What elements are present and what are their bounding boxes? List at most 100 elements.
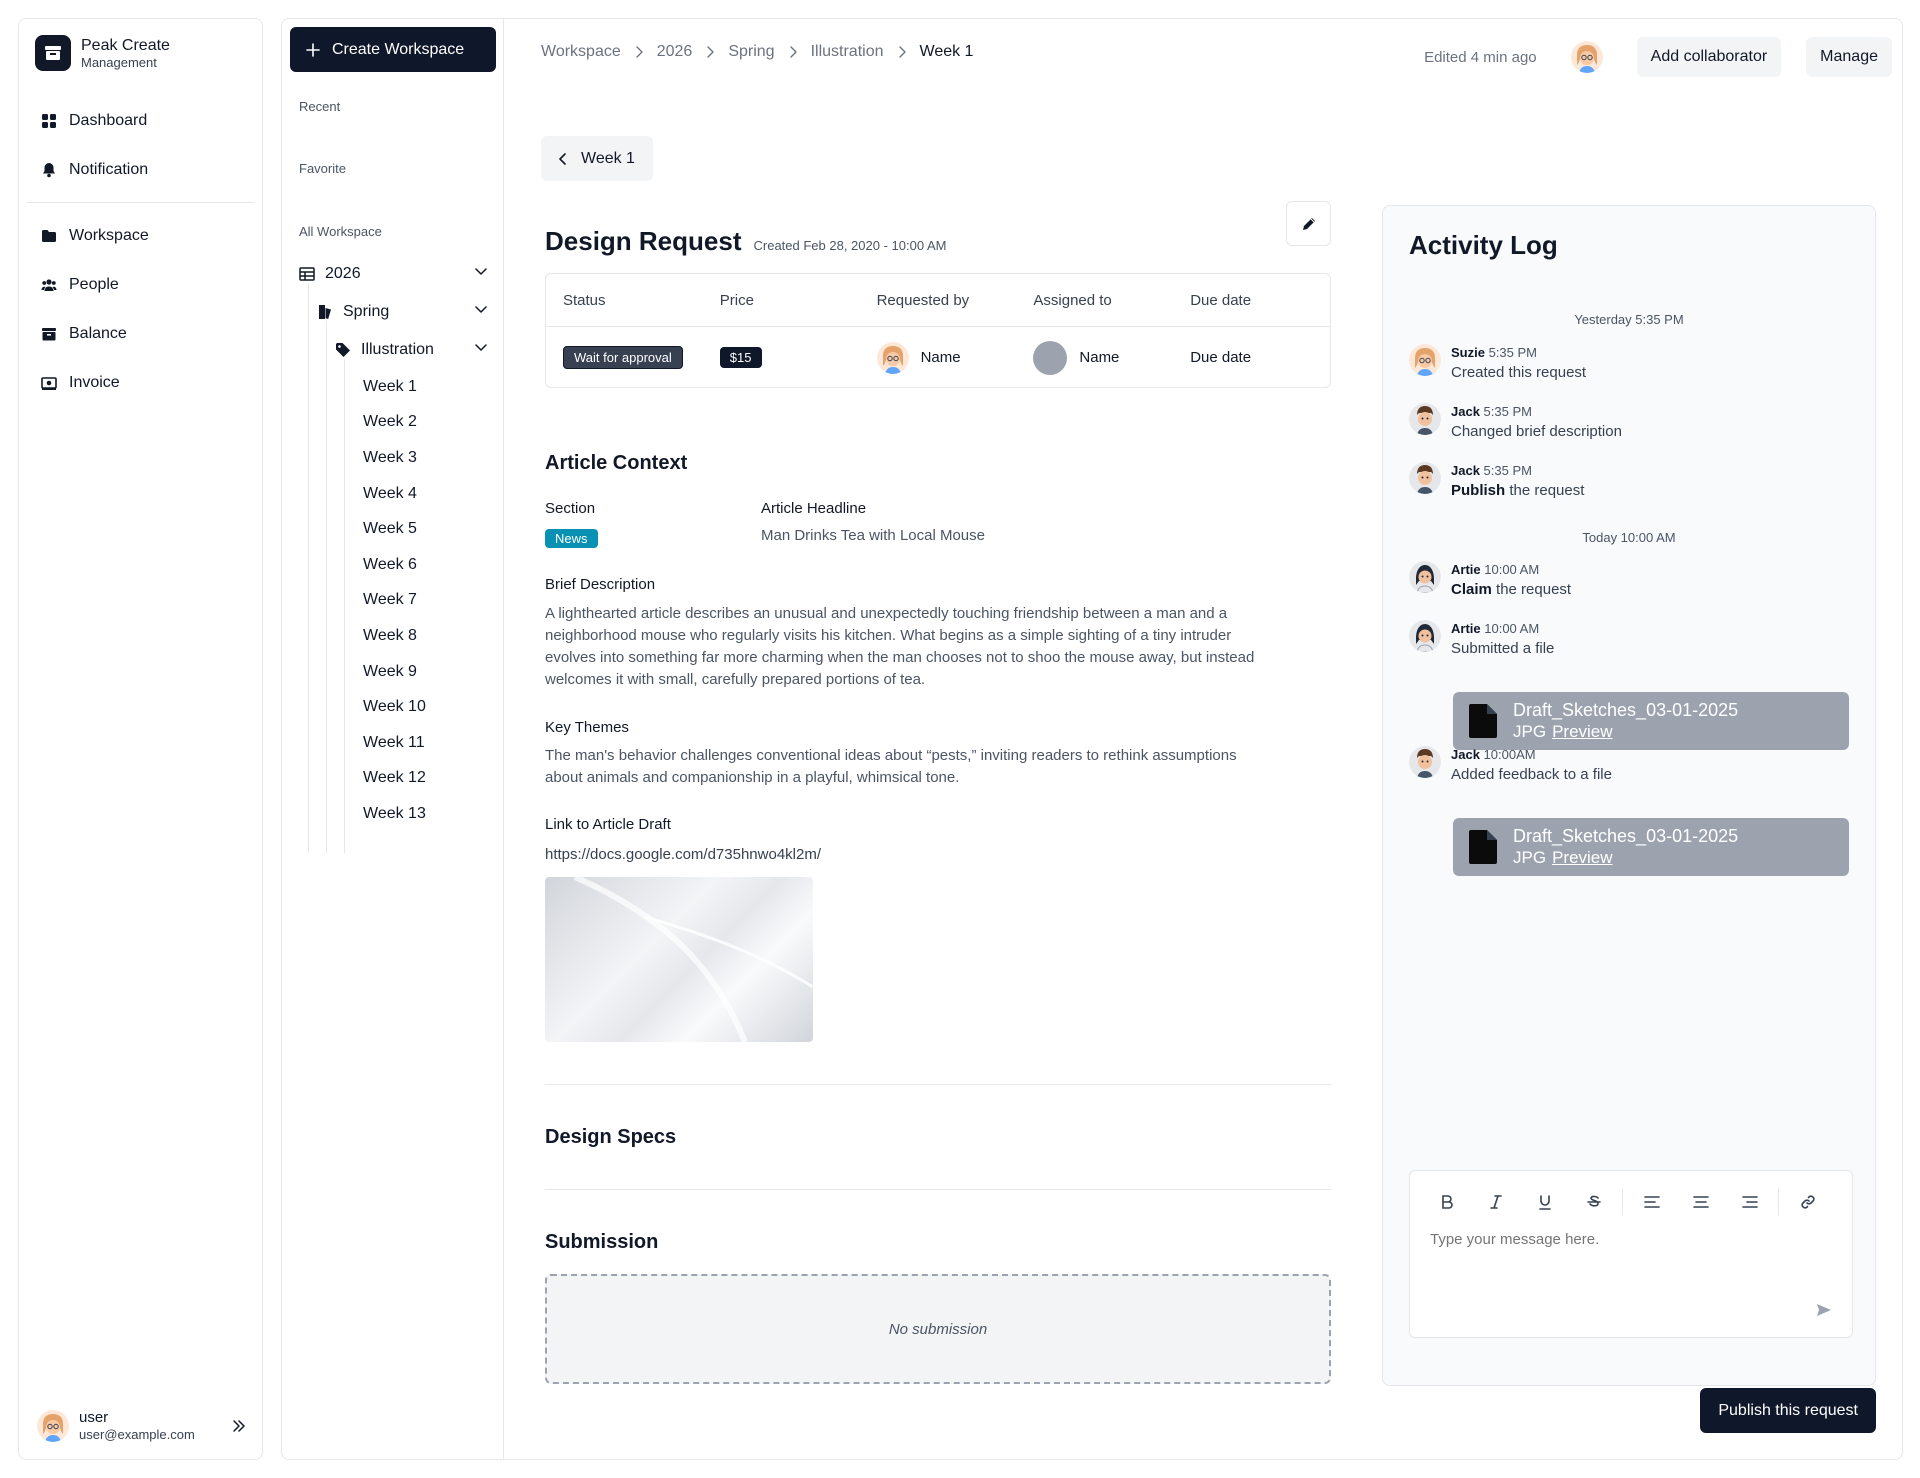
tree-item-week[interactable]: Week 9 — [344, 654, 503, 690]
favorite-heading[interactable]: Favorite — [299, 161, 346, 176]
user-profile[interactable]: user user@example.com — [37, 1409, 246, 1443]
activity-action: Publish — [1451, 482, 1506, 499]
breadcrumb-current[interactable]: Week 1 — [920, 43, 974, 61]
tree-item-illustration-label: Illustration — [361, 341, 434, 358]
jack-avatar-icon — [1409, 403, 1441, 435]
format-toolbar — [1410, 1171, 1852, 1233]
breadcrumb-season[interactable]: Spring — [728, 43, 774, 61]
tree-item-week[interactable]: Week 5 — [344, 511, 503, 547]
add-collaborator-button[interactable]: Add collaborator — [1636, 37, 1782, 77]
thumbnail-image — [573, 877, 813, 1042]
column-header: Requested by — [876, 291, 970, 309]
chevron-down-icon[interactable] — [475, 306, 487, 314]
align-left-button[interactable] — [1627, 1182, 1676, 1222]
all-workspace-heading: All Workspace — [299, 224, 382, 239]
expand-sidebar-button[interactable] — [232, 1419, 246, 1433]
column-header: Status — [563, 291, 606, 309]
meta-table-header: Status Price Requested by Assigned to Du… — [546, 274, 1330, 327]
message-input[interactable] — [1430, 1231, 1810, 1248]
message-composer — [1409, 1170, 1853, 1338]
create-workspace-button[interactable]: Create Workspace — [290, 27, 496, 72]
tree-item-week[interactable]: Week 8 — [344, 618, 503, 654]
edit-button[interactable] — [1286, 201, 1331, 246]
jack-avatar-icon — [1409, 462, 1441, 494]
themes-line: The man's behavior challenges convention… — [545, 747, 1237, 764]
divider — [545, 1189, 1331, 1190]
nav-workspace-label: Workspace — [69, 226, 149, 244]
breadcrumb-workspace[interactable]: Workspace — [541, 43, 621, 61]
align-center-button[interactable] — [1676, 1182, 1725, 1222]
strikethrough-button[interactable] — [1569, 1182, 1618, 1222]
design-specs-heading[interactable]: Design Specs — [545, 1126, 676, 1149]
tree-item-week[interactable]: Week 11 — [344, 725, 503, 761]
tree-item-week[interactable]: Week 4 — [344, 476, 503, 512]
underline-button[interactable] — [1520, 1182, 1569, 1222]
page-title: Design Request — [545, 226, 742, 256]
requester-avatar-icon — [876, 341, 909, 374]
create-workspace-label: Create Workspace — [332, 40, 465, 58]
tree-item-week[interactable]: Week 2 — [344, 405, 503, 441]
requester-name: Name — [920, 349, 961, 366]
table-row: Wait for approval $15 Name Name Due date — [546, 327, 1330, 388]
bell-icon — [43, 162, 55, 177]
file-preview-link[interactable]: Preview — [1552, 722, 1612, 741]
tree-item-illustration[interactable]: Illustration — [282, 331, 503, 369]
column-header: Due date — [1190, 291, 1252, 309]
activity-entry: Jack 5:35 PM Publish the request — [1409, 462, 1584, 502]
breadcrumb-category[interactable]: Illustration — [811, 43, 884, 61]
tree-item-week[interactable]: Week 10 — [344, 689, 503, 725]
activity-text: Claim the request — [1451, 579, 1571, 601]
back-button[interactable]: Week 1 — [541, 136, 653, 181]
recent-heading[interactable]: Recent — [299, 99, 340, 114]
headline-label: Article Headline — [761, 500, 867, 517]
file-attachment[interactable]: Draft_Sketches_03-01-2025 JPG Preview — [1453, 692, 1849, 750]
send-button[interactable] — [1816, 1303, 1832, 1317]
breadcrumb-year[interactable]: 2026 — [657, 43, 693, 61]
file-type: JPG — [1513, 848, 1547, 867]
nav-dashboard[interactable]: Dashboard — [19, 96, 262, 145]
tree-item-2026-label: 2026 — [325, 265, 361, 282]
plus-icon — [306, 42, 320, 57]
align-right-button[interactable] — [1725, 1182, 1774, 1222]
nav-invoice[interactable]: Invoice — [19, 358, 262, 407]
collaborator-avatar-icon[interactable] — [1570, 41, 1603, 73]
nav-people[interactable]: People — [19, 260, 262, 309]
tree-item-week[interactable]: Week 6 — [344, 547, 503, 583]
file-type: JPG — [1513, 722, 1547, 741]
activity-text: Changed brief description — [1451, 423, 1622, 440]
nav-notification-label: Notification — [69, 160, 149, 178]
publish-request-button[interactable]: Publish this request — [1700, 1388, 1876, 1433]
activity-time: 5:35 PM — [1488, 345, 1538, 360]
tree-item-2026[interactable]: 2026 — [282, 255, 503, 293]
bold-icon — [1441, 1195, 1453, 1209]
article-thumbnail[interactable] — [545, 877, 813, 1042]
tree-item-week[interactable]: Week 12 — [344, 761, 503, 797]
chevron-down-icon[interactable] — [475, 344, 487, 352]
submission-dropzone[interactable]: No submission — [545, 1274, 1331, 1384]
chevron-right-icon — [898, 46, 906, 58]
file-preview-link[interactable]: Preview — [1552, 848, 1612, 867]
column-header: Assigned to — [1033, 291, 1112, 309]
file-attachment[interactable]: Draft_Sketches_03-01-2025 JPG Preview — [1453, 818, 1849, 876]
nav-notification[interactable]: Notification — [19, 145, 262, 194]
nav-balance[interactable]: Balance — [19, 309, 262, 358]
manage-button[interactable]: Manage — [1806, 37, 1892, 77]
link-button[interactable] — [1783, 1182, 1832, 1222]
user-avatar-icon — [37, 1410, 69, 1442]
user-name: user — [79, 1409, 109, 1426]
chevron-down-icon[interactable] — [475, 268, 487, 276]
edited-timestamp: Edited 4 min ago — [1424, 48, 1537, 66]
tree-item-week[interactable]: Week 7 — [344, 583, 503, 619]
tree-item-week[interactable]: Week 13 — [344, 796, 503, 832]
status-cell: Wait for approval — [546, 346, 703, 369]
tree-item-week[interactable]: Week 1 — [344, 369, 503, 405]
nav-workspace[interactable]: Workspace — [19, 211, 262, 260]
tree-item-week[interactable]: Week 3 — [344, 440, 503, 476]
brand-logo-icon — [35, 35, 71, 71]
themes-line: about animals and companionship in a pla… — [545, 769, 960, 786]
bold-button[interactable] — [1422, 1182, 1471, 1222]
italic-button[interactable] — [1471, 1182, 1520, 1222]
activity-log-title: Activity Log — [1409, 230, 1558, 260]
tree-item-spring[interactable]: Spring — [282, 293, 503, 331]
article-draft-link[interactable]: https://docs.google.com/d735hnwo4kl2m/ — [545, 846, 821, 863]
